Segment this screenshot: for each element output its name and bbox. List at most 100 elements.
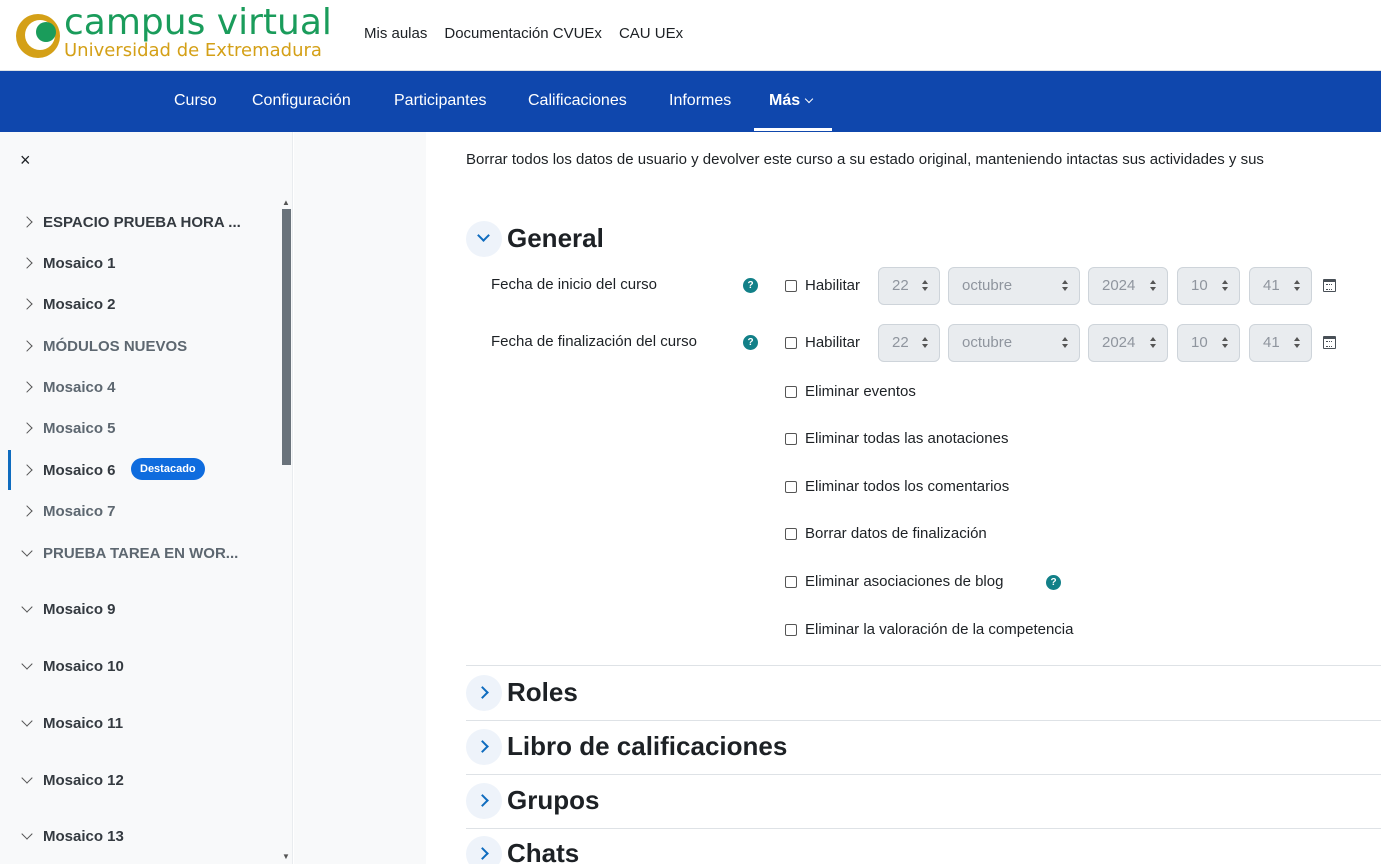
select-arrows-icon (922, 337, 929, 349)
drawer-section-label: Mosaico 5 (43, 419, 116, 437)
section-divider (466, 828, 1381, 829)
section-title-roles[interactable]: Roles (507, 677, 578, 708)
chevron-right-icon (21, 422, 33, 434)
scroll-up-icon[interactable]: ▲ (282, 198, 290, 207)
delete-comments-checkbox[interactable] (785, 481, 797, 493)
chevron-down-icon (804, 94, 814, 104)
delete-blog-associations-label: Eliminar asociaciones de blog (805, 573, 1004, 590)
end-day-select[interactable]: 22 (878, 324, 940, 362)
drawer-section[interactable]: Mosaico 7 (0, 493, 280, 529)
delete-blog-associations-checkbox[interactable] (785, 576, 797, 588)
link-mis-aulas[interactable]: Mis aulas (364, 25, 427, 42)
section-title-groups[interactable]: Grupos (507, 785, 599, 816)
end-month-select[interactable]: octubre (948, 324, 1080, 362)
delete-notes-checkbox[interactable] (785, 433, 797, 445)
end-month-value: octubre (962, 334, 1013, 351)
tab-configuracion[interactable]: Configuración (252, 92, 351, 110)
tab-calificaciones[interactable]: Calificaciones (528, 92, 627, 110)
calendar-icon[interactable] (1323, 336, 1336, 349)
chevron-down-icon (21, 601, 33, 613)
drawer-section-label: Mosaico 2 (43, 295, 116, 313)
start-minute-select[interactable]: 41 (1249, 267, 1312, 305)
start-year-select[interactable]: 2024 (1088, 267, 1168, 305)
tab-mas[interactable]: Más (769, 92, 814, 110)
chevron-down-icon (477, 229, 490, 242)
help-icon[interactable]: ? (1046, 575, 1061, 590)
drawer-section[interactable]: Mosaico 12 (0, 762, 280, 798)
link-documentacion[interactable]: Documentación CVUEx (444, 25, 602, 42)
highlighted-badge: Destacado (131, 458, 205, 480)
drawer-scrollbar-thumb[interactable] (282, 209, 291, 465)
chevron-right-icon (21, 257, 33, 269)
start-day-select[interactable]: 22 (878, 267, 940, 305)
chevron-right-icon (21, 298, 33, 310)
delete-completion-checkbox[interactable] (785, 528, 797, 540)
help-icon[interactable]: ? (743, 335, 758, 350)
chevron-right-icon (21, 381, 33, 393)
drawer-section[interactable]: Mosaico 5 (0, 410, 280, 446)
general-collapse-toggle[interactable] (466, 221, 502, 257)
chevron-right-icon (21, 340, 33, 352)
start-hour-select[interactable]: 10 (1177, 267, 1240, 305)
chevron-down-icon (21, 545, 33, 557)
campus-virtual-logo[interactable]: campus virtual Universidad de Extremadur… (16, 2, 336, 64)
drawer-section[interactable]: Mosaico 9 (0, 591, 280, 627)
start-month-select[interactable]: octubre (948, 267, 1080, 305)
drawer-section-label: Mosaico 12 (43, 771, 124, 789)
select-arrows-icon (1222, 337, 1229, 349)
tab-curso[interactable]: Curso (174, 92, 217, 110)
drawer-section[interactable]: Mosaico 11 (0, 705, 280, 741)
end-year-value: 2024 (1102, 334, 1136, 351)
drawer-section[interactable]: Mosaico 1 (0, 245, 280, 281)
drawer-section[interactable]: Mosaico 2 (0, 286, 280, 322)
section-title-gradebook[interactable]: Libro de calificaciones (507, 731, 787, 762)
end-day-value: 22 (892, 334, 909, 351)
select-arrows-icon (1294, 280, 1301, 292)
drawer-section[interactable]: MÓDULOS NUEVOS (0, 328, 280, 364)
groups-collapse-toggle[interactable] (466, 783, 502, 819)
gradebook-collapse-toggle[interactable] (466, 729, 502, 765)
end-hour-value: 10 (1191, 334, 1208, 351)
link-cau[interactable]: CAU UEx (619, 25, 683, 42)
enable-label: Habilitar (805, 334, 861, 351)
delete-events-checkbox[interactable] (785, 386, 797, 398)
drawer-section-label: Mosaico 4 (43, 378, 116, 396)
roles-collapse-toggle[interactable] (466, 675, 502, 711)
calendar-icon[interactable] (1323, 279, 1336, 292)
start-minute-value: 41 (1263, 277, 1280, 294)
close-drawer-icon[interactable]: × (20, 151, 31, 169)
drawer-section-label: PRUEBA TAREA EN WOR... (43, 544, 239, 562)
delete-competency-rating-checkbox[interactable] (785, 624, 797, 636)
drawer-section-label: Mosaico 9 (43, 600, 116, 618)
tab-participantes[interactable]: Participantes (394, 92, 487, 110)
end-hour-select[interactable]: 10 (1177, 324, 1240, 362)
end-date-label: Fecha de finalización del curso (491, 333, 697, 350)
drawer-section-active[interactable]: Mosaico 6 Destacado (0, 452, 280, 488)
section-divider (466, 720, 1381, 721)
tab-informes[interactable]: Informes (669, 92, 731, 110)
scroll-down-icon[interactable]: ▼ (282, 852, 290, 861)
end-minute-select[interactable]: 41 (1249, 324, 1312, 362)
section-divider (466, 774, 1381, 775)
section-title-chats[interactable]: Chats (507, 838, 579, 864)
reset-intro-text: Borrar todos los datos de usuario y devo… (466, 151, 1264, 168)
drawer-section[interactable]: Mosaico 10 (0, 648, 280, 684)
drawer-section[interactable]: Mosaico 13 (0, 818, 280, 854)
end-date-enable-checkbox[interactable] (785, 337, 797, 349)
chevron-right-icon (21, 464, 33, 476)
chats-collapse-toggle[interactable] (466, 836, 502, 864)
drawer-section-label: Mosaico 10 (43, 657, 124, 675)
start-date-enable-checkbox[interactable] (785, 280, 797, 292)
end-year-select[interactable]: 2024 (1088, 324, 1168, 362)
top-links: Mis aulas Documentación CVUEx CAU UEx (364, 25, 683, 42)
start-date-label: Fecha de inicio del curso (491, 276, 657, 293)
help-icon[interactable]: ? (743, 278, 758, 293)
select-arrows-icon (1062, 337, 1069, 349)
chevron-right-icon (21, 505, 33, 517)
course-secondary-nav: Curso Configuración Participantes Califi… (0, 71, 1381, 132)
drawer-section[interactable]: Mosaico 4 (0, 369, 280, 405)
select-arrows-icon (1294, 337, 1301, 349)
course-index-drawer: × ESPACIO PRUEBA HORA ... Mosaico 1 Mosa… (0, 132, 293, 864)
drawer-section[interactable]: PRUEBA TAREA EN WOR... (0, 535, 280, 571)
drawer-section[interactable]: ESPACIO PRUEBA HORA ... (0, 204, 280, 240)
